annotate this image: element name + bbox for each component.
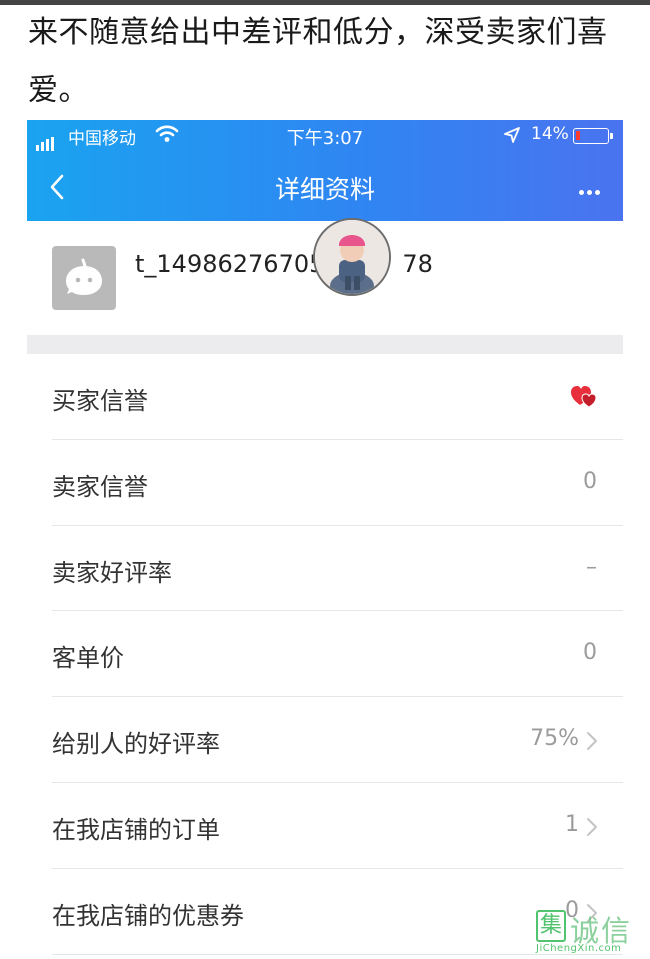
watermark-logo: 集 诚信 JiChengXin.com xyxy=(532,906,648,956)
list-item-label: 卖家信誉 xyxy=(52,472,148,501)
list-item-value: 75% xyxy=(530,726,579,752)
list-item-label: 客单价 xyxy=(52,644,124,673)
user-id-suffix: 78 xyxy=(402,250,433,278)
list-item-label: 卖家好评率 xyxy=(52,558,172,587)
status-bar: 中国移动 下午3:07 14% xyxy=(27,120,623,154)
list-item-value: 1 xyxy=(565,811,579,837)
info-list: 买家信誉 卖家信誉 0 卖家好评率 – 客单价 0 给别人的好评率 75% 在我… xyxy=(27,354,623,955)
list-item-value: 0 xyxy=(583,640,597,666)
list-item-label: 给别人的好评率 xyxy=(52,730,220,759)
list-item-seller-credit: 卖家信誉 0 xyxy=(27,440,623,526)
default-avatar-icon[interactable] xyxy=(52,246,116,310)
floating-user-photo[interactable] xyxy=(313,218,391,296)
list-item-given-rating[interactable]: 给别人的好评率 75% xyxy=(27,697,623,783)
list-item-seller-rating: 卖家好评率 – xyxy=(27,526,623,612)
chevron-right-icon xyxy=(586,817,598,841)
phone-screenshot: 中国移动 下午3:07 14% 详细资料 t_14986276705 78 买家… xyxy=(27,120,623,959)
nav-title: 详细资料 xyxy=(274,175,375,204)
battery-icon xyxy=(573,128,613,144)
red-hearts-icon xyxy=(570,383,598,413)
list-item-value: – xyxy=(586,554,597,580)
list-item-avg-order: 客单价 0 xyxy=(27,611,623,697)
list-item-label: 买家信誉 xyxy=(52,387,148,415)
more-dots-icon[interactable] xyxy=(579,180,603,199)
list-item-shop-orders[interactable]: 在我店铺的订单 1 xyxy=(27,783,623,869)
battery-percent: 14% xyxy=(531,124,569,144)
watermark-box: 集 xyxy=(536,910,566,942)
profile-header: t_14986276705 78 xyxy=(27,218,623,335)
article-text: 来不随意给出中差评和低分，深受卖家们喜爱。 xyxy=(28,15,608,108)
chevron-right-icon xyxy=(586,731,598,755)
watermark-url: JiChengXin.com xyxy=(536,943,622,954)
list-item-label: 在我店铺的订单 xyxy=(52,815,220,844)
list-item-value: 0 xyxy=(583,468,597,494)
list-item-label: 在我店铺的优惠券 xyxy=(52,901,244,930)
nav-bar: 中国移动 下午3:07 14% 详细资料 xyxy=(27,120,623,221)
user-id-main: t_14986276705 xyxy=(135,250,325,278)
location-arrow-icon xyxy=(503,126,521,149)
section-gap xyxy=(27,335,623,354)
list-item-buyer-credit: 买家信誉 xyxy=(27,354,623,440)
